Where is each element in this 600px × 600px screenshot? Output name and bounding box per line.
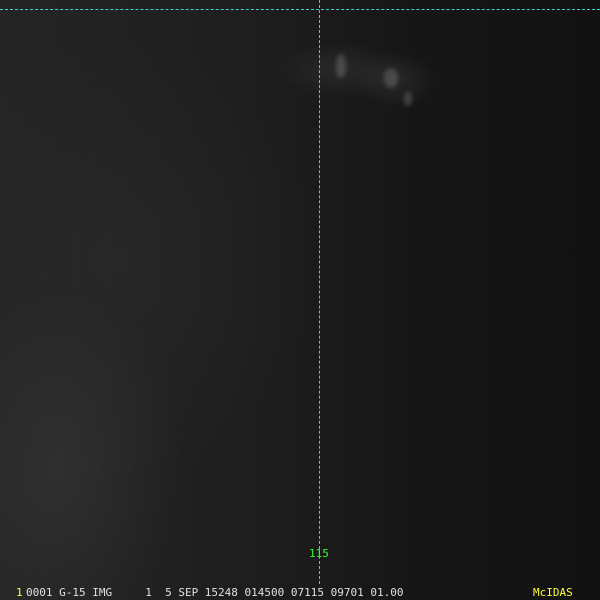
image-info: 0001 G-15 IMG 1 5 SEP 15248 014500 07115… — [26, 586, 404, 599]
longitude-label: 115 — [309, 547, 329, 560]
cloud-feature — [404, 92, 412, 106]
cloud-feature — [384, 68, 398, 88]
satellite-image — [0, 0, 600, 600]
cloud-feature — [336, 54, 346, 78]
status-bar: 1 0001 G-15 IMG 1 5 SEP 15248 014500 071… — [0, 586, 600, 600]
mcidas-display: 115 1 0001 G-15 IMG 1 5 SEP 15248 014500… — [0, 0, 600, 600]
product-label: McIDAS — [533, 586, 573, 599]
longitude-grid-line — [319, 0, 320, 584]
frame-number: 1 — [16, 586, 23, 599]
latitude-grid-line — [0, 9, 600, 10]
